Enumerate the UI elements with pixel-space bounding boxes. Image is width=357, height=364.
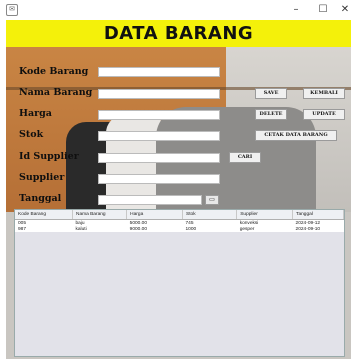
- harga-input[interactable]: [98, 110, 220, 120]
- window-app-icon: ✉: [6, 4, 18, 16]
- stok-label: Stok: [19, 129, 44, 140]
- table-header-row: Kode Barang Nama Barang Harga Stok Suppl…: [15, 210, 344, 220]
- column-header-stok[interactable]: Stok: [182, 210, 238, 220]
- minimize-button[interactable]: –: [288, 2, 304, 18]
- tanggal-label: Tanggal: [19, 193, 62, 204]
- id-supplier-input[interactable]: [98, 153, 220, 163]
- supplier-label: Supplier: [19, 172, 65, 183]
- table-cell: 9000.00: [126, 226, 183, 232]
- window-titlebar: ✉ – ☐ ✕: [0, 0, 357, 20]
- cetak-data-barang-button[interactable]: CETAK DATA BARANG: [255, 130, 337, 141]
- page-title: DATA BARANG: [103, 23, 254, 44]
- data-table[interactable]: Kode Barang Nama Barang Harga Stok Suppl…: [14, 209, 345, 357]
- nama-barang-label: Nama Barang: [19, 87, 93, 98]
- tanggal-date-input[interactable]: [98, 195, 202, 205]
- harga-label: Harga: [19, 108, 52, 119]
- table-row[interactable]: 987 kaluti 9000.00 1000 gesper 2024-09-1…: [15, 226, 344, 232]
- close-button[interactable]: ✕: [337, 2, 353, 18]
- save-button[interactable]: SAVE: [255, 88, 287, 99]
- update-button[interactable]: UPDATE: [303, 109, 345, 120]
- kode-barang-input[interactable]: [98, 67, 220, 77]
- calendar-icon[interactable]: ▭: [205, 195, 219, 205]
- id-supplier-label: Id Supplier: [19, 151, 79, 162]
- table-cell: kaluti: [72, 226, 127, 232]
- maximize-button[interactable]: ☐: [315, 2, 331, 18]
- stok-input[interactable]: [98, 131, 220, 141]
- table-cell: 2024-09-10: [292, 226, 344, 232]
- table-cell: 987: [15, 226, 73, 232]
- delete-button[interactable]: DELETE: [255, 109, 287, 120]
- nama-barang-input[interactable]: [98, 89, 220, 99]
- page-header: DATA BARANG: [6, 20, 351, 47]
- supplier-input[interactable]: [98, 174, 220, 184]
- kembali-button[interactable]: KEMBALI: [303, 88, 345, 99]
- column-header-supplier[interactable]: Supplier: [236, 210, 294, 220]
- column-header-harga[interactable]: Harga: [126, 210, 184, 220]
- cari-button[interactable]: CARI: [229, 152, 261, 163]
- table-cell: gesper: [236, 226, 293, 232]
- column-header-kode-barang[interactable]: Kode Barang: [15, 210, 73, 220]
- table-cell: 1000: [182, 226, 237, 232]
- column-header-nama-barang[interactable]: Nama Barang: [72, 210, 128, 220]
- kode-barang-label: Kode Barang: [19, 66, 89, 77]
- column-header-tanggal[interactable]: Tanggal: [292, 210, 344, 220]
